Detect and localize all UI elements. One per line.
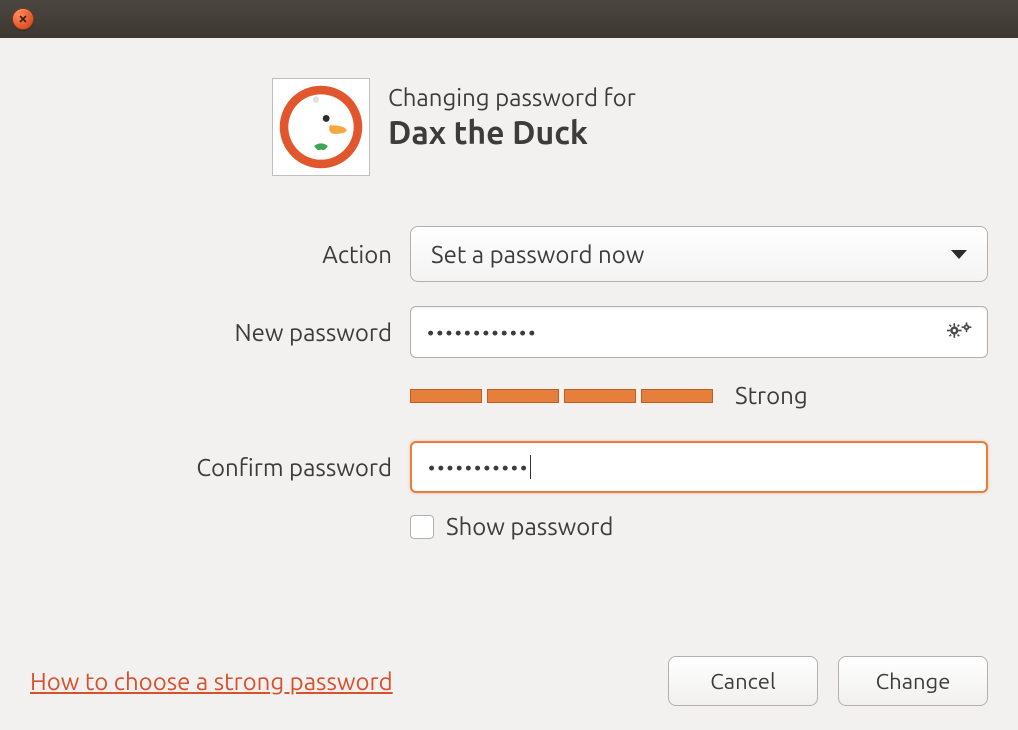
window-titlebar — [0, 0, 1018, 38]
gears-icon — [947, 322, 973, 340]
header-text-block: Changing password for Dax the Duck — [388, 78, 636, 151]
dialog-footer: How to choose a strong password Cancel C… — [30, 646, 988, 706]
dialog-header: Changing password for Dax the Duck — [30, 78, 988, 176]
window-close-button[interactable] — [12, 8, 34, 30]
user-avatar — [272, 78, 370, 176]
strength-segment — [487, 389, 559, 403]
password-strength-row: Strong — [30, 382, 988, 409]
action-label: Action — [30, 241, 410, 268]
duck-avatar-icon — [278, 84, 364, 170]
text-caret — [530, 455, 531, 479]
new-password-input[interactable]: •••••••••••• — [410, 306, 988, 358]
header-subtitle: Changing password for — [388, 84, 636, 111]
confirm-password-value: ••••••••••• — [428, 456, 529, 479]
button-group: Cancel Change — [668, 656, 988, 706]
action-row: Action Set a password now — [30, 226, 988, 282]
cancel-button[interactable]: Cancel — [668, 656, 818, 706]
action-dropdown[interactable]: Set a password now — [410, 226, 988, 282]
show-password-label: Show password — [446, 513, 613, 540]
header-username: Dax the Duck — [388, 115, 636, 151]
help-link[interactable]: How to choose a strong password — [30, 668, 393, 695]
change-button[interactable]: Change — [838, 656, 988, 706]
generate-password-button[interactable] — [947, 321, 973, 344]
chevron-down-icon — [951, 250, 967, 259]
action-dropdown-value: Set a password now — [431, 241, 644, 268]
strength-segment — [410, 389, 482, 403]
close-icon — [18, 14, 28, 24]
dialog-content: Changing password for Dax the Duck Actio… — [0, 38, 1018, 730]
confirm-password-input[interactable]: ••••••••••• — [410, 441, 988, 493]
new-password-value: •••••••••••• — [427, 321, 537, 344]
password-strength-label: Strong — [735, 382, 808, 409]
new-password-row: New password •••••••••••• — [30, 306, 988, 358]
strength-segment — [641, 389, 713, 403]
password-strength-meter — [410, 389, 713, 403]
confirm-password-label: Confirm password — [30, 454, 410, 481]
show-password-row: Show password — [30, 513, 988, 540]
new-password-label: New password — [30, 319, 410, 346]
confirm-password-row: Confirm password ••••••••••• — [30, 441, 988, 493]
show-password-checkbox[interactable] — [410, 515, 434, 539]
strength-segment — [564, 389, 636, 403]
